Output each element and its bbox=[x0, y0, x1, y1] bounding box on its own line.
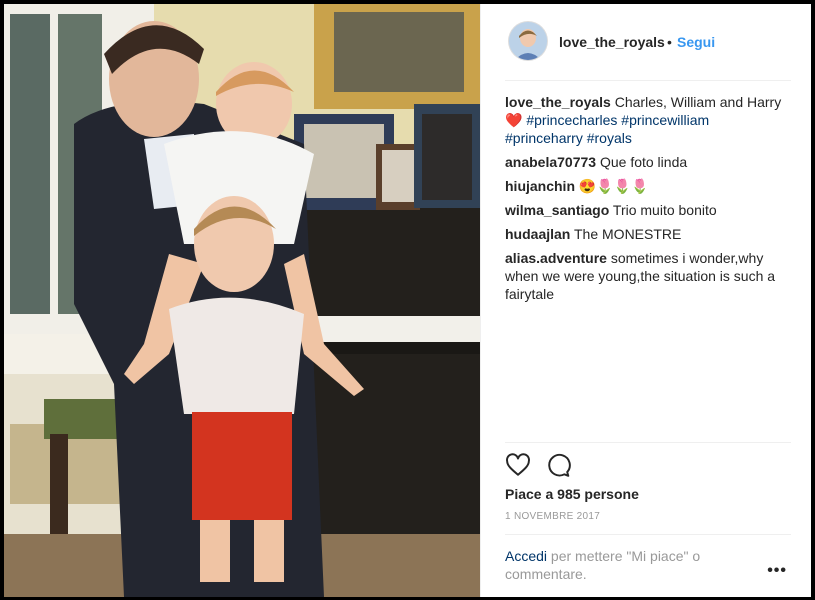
post-photo[interactable] bbox=[4, 4, 480, 597]
comment-item: hudaajlan The MONESTRE bbox=[505, 225, 793, 243]
hashtag-link[interactable]: #royals bbox=[587, 130, 632, 146]
comment-icon[interactable] bbox=[545, 452, 571, 478]
comment-text: The MONESTRE bbox=[574, 226, 682, 242]
comment-username[interactable]: hiujanchin bbox=[505, 178, 575, 194]
caption: love_the_royals Charles, William and Har… bbox=[505, 93, 793, 147]
avatar-image bbox=[509, 22, 547, 60]
header-username[interactable]: love_the_royals bbox=[559, 34, 665, 50]
header-separator: • bbox=[667, 34, 672, 50]
comment-item: alias.adventure sometimes i wonder,why w… bbox=[505, 249, 793, 303]
likes-count[interactable]: Piace a 985 persone bbox=[505, 486, 639, 502]
comment-text: Trio muito bonito bbox=[612, 202, 717, 218]
hashtag-link[interactable]: #princewilliam bbox=[621, 112, 709, 128]
hashtag-link[interactable]: #princecharles bbox=[526, 112, 617, 128]
post-window: love_the_royals • Segui love_the_royals … bbox=[4, 4, 811, 597]
post-header: love_the_royals • Segui bbox=[481, 4, 811, 80]
divider bbox=[505, 80, 791, 81]
post-date: 1 NOVEMBRE 2017 bbox=[505, 511, 601, 522]
more-options-icon[interactable]: ••• bbox=[767, 562, 787, 580]
comment-username[interactable]: anabela70773 bbox=[505, 154, 596, 170]
caption-username[interactable]: love_the_royals bbox=[505, 94, 611, 110]
post-side-panel: love_the_royals • Segui love_the_royals … bbox=[480, 4, 811, 597]
comment-item: wilma_santiago Trio muito bonito bbox=[505, 201, 793, 219]
royal-family-photo bbox=[4, 4, 480, 597]
divider bbox=[505, 442, 791, 443]
comment-text: 😍🌷🌷🌷 bbox=[578, 178, 649, 194]
login-link[interactable]: Accedi bbox=[505, 548, 547, 564]
comment-username[interactable]: alias.adventure bbox=[505, 250, 607, 266]
avatar[interactable] bbox=[509, 22, 547, 60]
heart-emoji: ❤️ bbox=[505, 112, 523, 128]
comment-item: hiujanchin 😍🌷🌷🌷 bbox=[505, 177, 793, 195]
comment-item: anabela70773 Que foto linda bbox=[505, 153, 793, 171]
comment-text: Que foto linda bbox=[599, 154, 688, 170]
comment-username[interactable]: wilma_santiago bbox=[505, 202, 609, 218]
caption-text: Charles, William and Harry bbox=[614, 94, 782, 110]
hashtag-link[interactable]: #princeharry bbox=[505, 130, 583, 146]
follow-button[interactable]: Segui bbox=[677, 34, 715, 50]
login-to-comment: Accedi per mettere "Mi piace" o commenta… bbox=[505, 547, 735, 583]
divider bbox=[505, 534, 791, 535]
comment-username[interactable]: hudaajlan bbox=[505, 226, 570, 242]
comments-list: love_the_royals Charles, William and Har… bbox=[505, 93, 793, 309]
heart-icon[interactable] bbox=[505, 452, 531, 478]
